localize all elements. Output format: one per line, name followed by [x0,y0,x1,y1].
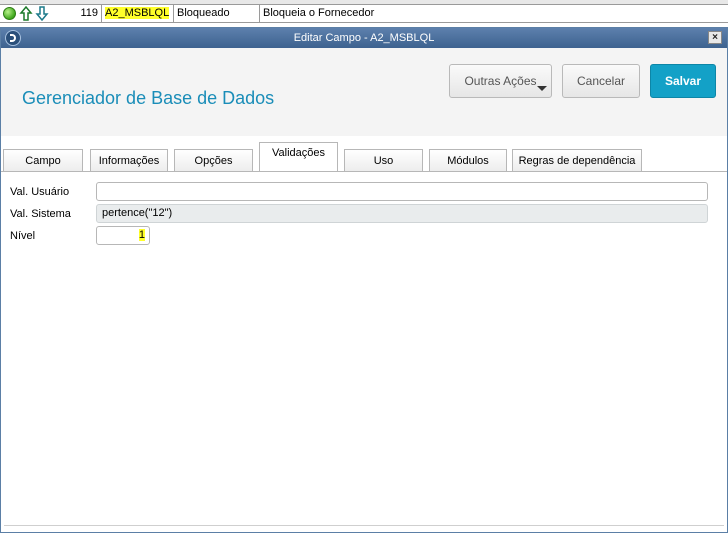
row-number: 119 [52,5,102,22]
tab-campo[interactable]: Campo [3,149,83,172]
tab-bar: Campo Informações Opções Validações Uso … [1,136,727,172]
level-input[interactable]: 1 [96,226,150,245]
caret-down-icon [537,86,547,91]
more-actions-label: Outras Ações [464,74,537,88]
arrow-up-icon[interactable] [19,6,33,21]
tab-modulos[interactable]: Módulos [429,149,507,172]
close-icon[interactable]: × [708,31,722,44]
dialog-header: Gerenciador de Base de Dados Outras Açõe… [1,48,727,137]
level-value: 1 [138,229,145,241]
save-button[interactable]: Salvar [650,64,716,98]
status-green-icon [3,7,16,20]
tab-validacoes[interactable]: Validações [259,142,338,172]
row-field-name: A2_MSBLQL [105,7,170,19]
system-validation-field: pertence("12") [96,204,708,223]
dialog-title: Editar Campo - A2_MSBLQL [293,32,435,44]
more-actions-button[interactable]: Outras Ações [449,64,552,98]
system-validation-label: Val. Sistema [10,208,71,220]
row-description: Bloqueia o Fornecedor [263,7,375,19]
tab-uso[interactable]: Uso [344,149,423,172]
level-label: Nível [10,230,36,242]
user-validation-input[interactable] [96,182,708,201]
tab-regras-de-dependencia[interactable]: Regras de dependência [512,149,642,172]
row-title: Bloqueado [174,5,260,22]
page-title: Gerenciador de Base de Dados [22,88,275,108]
dialog-titlebar[interactable]: Editar Campo - A2_MSBLQL × [1,28,727,48]
cancel-button[interactable]: Cancelar [562,64,640,98]
arrow-down-icon[interactable] [35,6,49,21]
tab-opcoes[interactable]: Opções [174,149,253,172]
user-validation-label: Val. Usuário [10,186,70,198]
validations-panel: Val. Usuário Val. Sistema pertence("12")… [1,172,727,532]
background-table-row[interactable]: 119 A2_MSBLQL Bloqueado Bloqueia o Forne… [0,4,728,23]
panel-bottom-divider [4,525,724,526]
tab-informacoes[interactable]: Informações [90,149,168,172]
app-icon [5,30,21,46]
edit-field-dialog: Editar Campo - A2_MSBLQL × Gerenciador d… [0,27,728,533]
